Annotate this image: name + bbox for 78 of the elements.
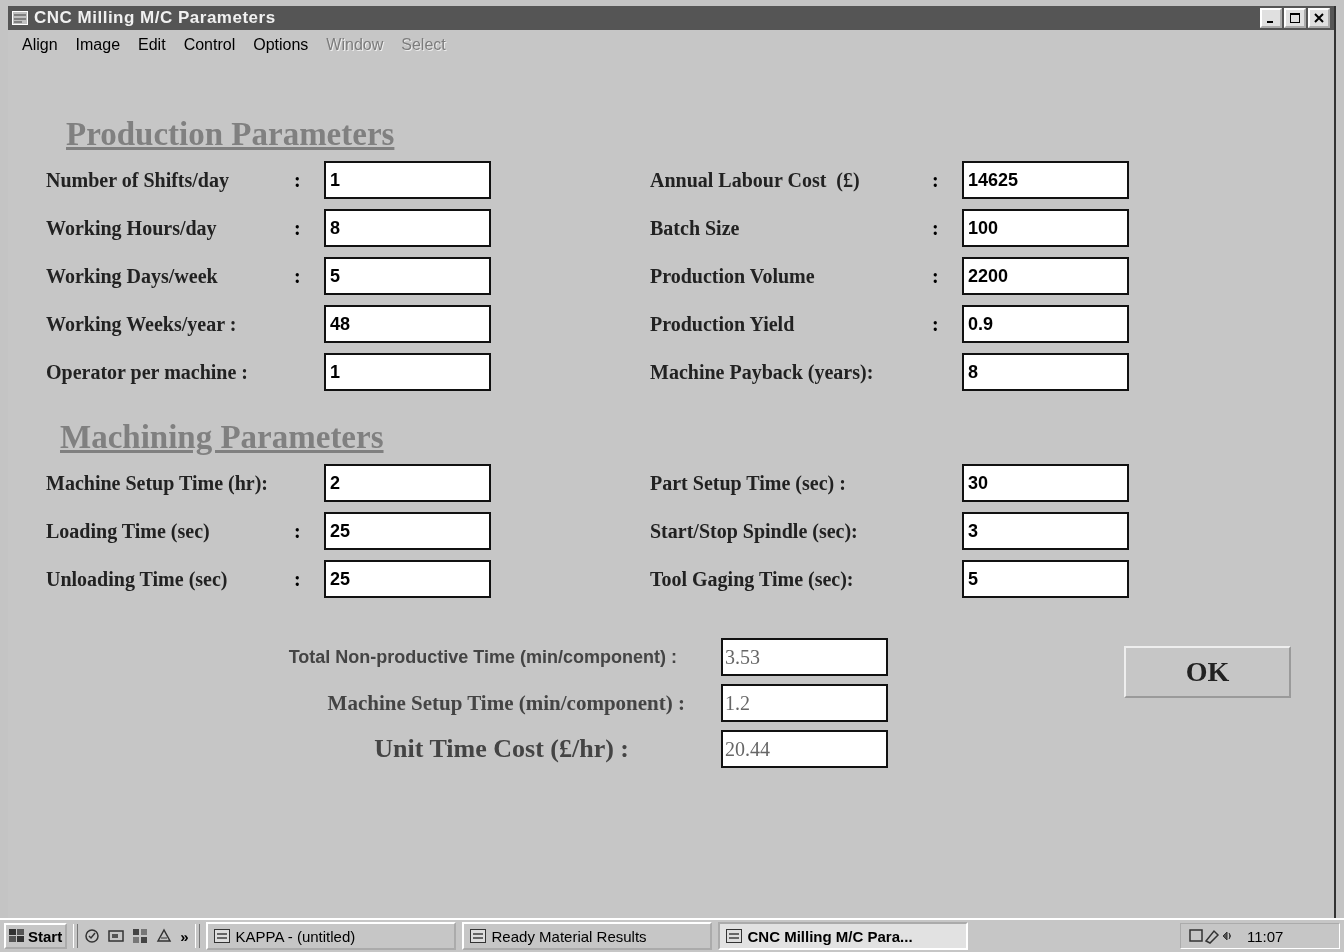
- colon-label: :: [932, 216, 940, 240]
- minimize-icon: [1266, 20, 1273, 23]
- window-icon: [12, 11, 28, 25]
- field-label: Annual Labour Cost (£): [650, 168, 861, 192]
- minimize-button[interactable]: [1260, 8, 1282, 28]
- start-button[interactable]: Start: [4, 923, 68, 949]
- input-field[interactable]: 2200: [962, 257, 1129, 295]
- field-label: Machine Payback (years):: [650, 360, 875, 384]
- clock-label: 11:07: [1247, 927, 1284, 945]
- field-label: Tool Gaging Time (sec):: [650, 567, 855, 591]
- close-icon: [1314, 13, 1324, 23]
- taskbar-button[interactable]: Ready Material Results: [461, 922, 712, 950]
- input-field[interactable]: 5: [962, 560, 1129, 598]
- section-heading: Production Parameters: [66, 116, 396, 153]
- colon-label: :: [932, 264, 940, 288]
- window-icon: [213, 929, 230, 943]
- field-label: Machine Setup Time (hr):: [46, 471, 270, 495]
- maximize-button[interactable]: [1284, 8, 1306, 28]
- field-label: Production Volume: [650, 264, 816, 288]
- field-label: Part Setup Time (sec) :: [650, 471, 847, 495]
- input-field[interactable]: 2: [324, 464, 491, 502]
- colon-label: :: [294, 168, 302, 192]
- input-field[interactable]: 25: [324, 560, 491, 598]
- field-label: Loading Time (sec): [46, 519, 211, 543]
- field-label: Working Hours/day: [46, 216, 218, 240]
- window-icon: [725, 929, 742, 943]
- check-circle-icon[interactable]: [84, 928, 101, 944]
- triangle-icon[interactable]: [156, 928, 173, 944]
- result-label: Total Non-productive Time (min/component) :: [288, 646, 677, 668]
- maximize-icon: [1290, 13, 1300, 23]
- input-field[interactable]: 8: [324, 209, 491, 247]
- grid-icon[interactable]: [132, 928, 149, 944]
- field-label: Operator per machine :: [46, 360, 249, 384]
- input-field[interactable]: 100: [962, 209, 1129, 247]
- output-field[interactable]: 3.53: [721, 638, 888, 676]
- colon-label: :: [932, 312, 940, 336]
- input-field[interactable]: 14625: [962, 161, 1129, 199]
- field-label: Batch Size: [650, 216, 741, 240]
- input-field[interactable]: 30: [962, 464, 1129, 502]
- input-field[interactable]: 8: [962, 353, 1129, 391]
- ok-button[interactable]: OK: [1124, 646, 1291, 698]
- menu-item[interactable]: Edit: [138, 36, 166, 54]
- field-label: Unloading Time (sec): [46, 567, 229, 591]
- window-icon: [469, 929, 486, 943]
- field-label: Working Days/week: [46, 264, 219, 288]
- output-field[interactable]: 20.44: [721, 730, 888, 768]
- input-field[interactable]: 1: [324, 353, 491, 391]
- input-field[interactable]: 0.9: [962, 305, 1129, 343]
- menu-item[interactable]: Control: [183, 36, 236, 54]
- more-button[interactable]: »: [180, 927, 189, 945]
- output-field[interactable]: 1.2: [721, 684, 888, 722]
- close-button[interactable]: [1308, 8, 1330, 28]
- colon-label: :: [294, 567, 302, 591]
- field-label: Start/Stop Spindle (sec):: [650, 519, 859, 543]
- taskbar-button[interactable]: KAPPA - (untitled): [205, 922, 456, 950]
- input-field[interactable]: 5: [324, 257, 491, 295]
- colon-label: :: [294, 216, 302, 240]
- result-label: Unit Time Cost (£/hr) :: [374, 734, 629, 764]
- field-label: Working Weeks/year :: [46, 312, 238, 336]
- result-label: Machine Setup Time (min/component) :: [327, 690, 685, 716]
- section-heading: Machining Parameters: [60, 419, 385, 456]
- colon-label: :: [294, 519, 302, 543]
- input-field[interactable]: 48: [324, 305, 491, 343]
- field-label: Number of Shifts/day: [46, 168, 230, 192]
- menu-item[interactable]: Image: [75, 36, 121, 54]
- menu-item[interactable]: Align: [22, 36, 58, 54]
- input-field[interactable]: 25: [324, 512, 491, 550]
- input-field[interactable]: 3: [962, 512, 1129, 550]
- taskbar-button[interactable]: CNC Milling M/C Para...: [717, 922, 968, 950]
- colon-label: :: [932, 168, 940, 192]
- menu-item[interactable]: Options: [253, 36, 309, 54]
- input-field[interactable]: 1: [324, 161, 491, 199]
- tray-icon[interactable]: [1189, 928, 1233, 944]
- window-icon[interactable]: [108, 928, 125, 944]
- colon-label: :: [294, 264, 302, 288]
- window-title: CNC Milling M/C Parameters: [34, 8, 276, 28]
- windows-logo-icon: [9, 929, 25, 943]
- field-label: Production Yield: [650, 312, 796, 336]
